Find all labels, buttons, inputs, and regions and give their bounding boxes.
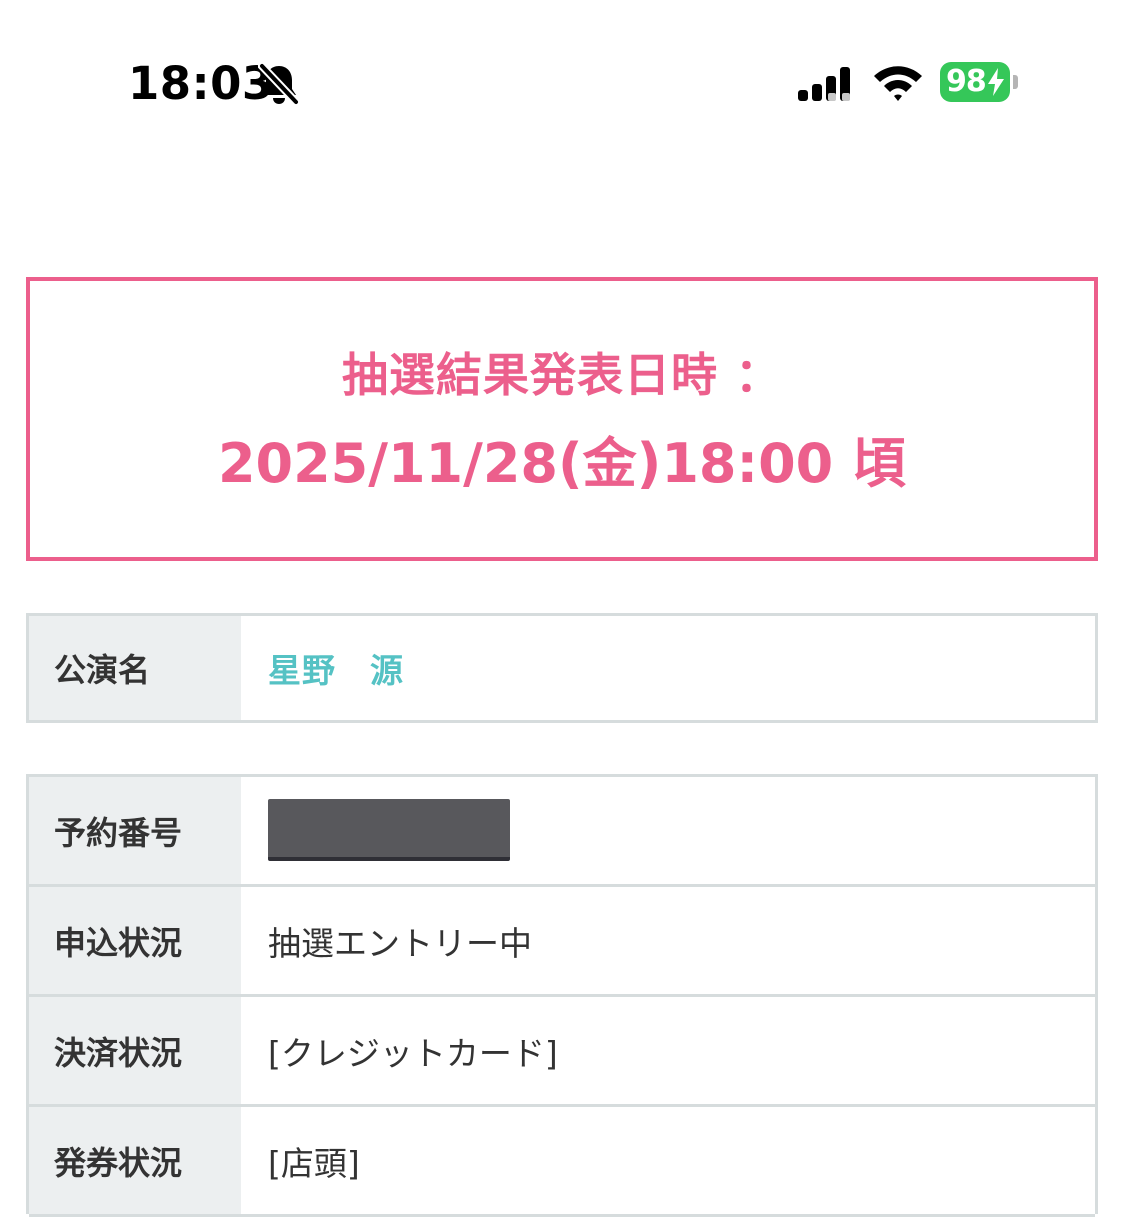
performance-name-link[interactable]: 星野 源 (241, 616, 1095, 720)
status-time: 18:03 (128, 57, 274, 110)
reservation-number-value (241, 777, 1095, 884)
payment-status-value: [クレジットカード] (241, 997, 1095, 1104)
performance-table: 公演名 星野 源 (26, 613, 1098, 723)
redacted-reservation-number (268, 798, 510, 861)
bolt-icon (988, 68, 1004, 96)
ticketing-status-value: [店頭] (241, 1107, 1095, 1214)
wifi-icon (874, 66, 922, 101)
performance-label: 公演名 (29, 616, 241, 720)
announcement-datetime: 2025/11/28(金)18:00 頃 (217, 432, 907, 495)
bell-slash-icon (258, 62, 300, 106)
battery-cap (1013, 75, 1018, 89)
table-row: 発券状況 [店頭] (29, 1107, 1095, 1217)
status-bar: 18:03 98 (0, 0, 1123, 170)
reservation-details-table: 予約番号 申込状況 抽選エントリー中 決済状況 [クレジットカード] 発券状況 … (26, 774, 1098, 1217)
table-row: 申込状況 抽選エントリー中 (29, 887, 1095, 997)
reservation-number-label: 予約番号 (29, 777, 241, 884)
table-row: 公演名 星野 源 (29, 616, 1095, 720)
ticketing-status-label: 発券状況 (29, 1107, 241, 1214)
application-status-label: 申込状況 (29, 887, 241, 994)
table-row: 決済状況 [クレジットカード] (29, 997, 1095, 1107)
cellular-signal-icon (798, 67, 850, 101)
payment-status-label: 決済状況 (29, 997, 241, 1104)
battery-charging-icon: 98 (940, 62, 1018, 102)
announcement-label: 抽選結果発表日時 ： (341, 348, 782, 402)
lottery-result-announcement: 抽選結果発表日時 ： 2025/11/28(金)18:00 頃 (26, 277, 1098, 561)
application-status-value: 抽選エントリー中 (241, 887, 1095, 994)
table-row: 予約番号 (29, 777, 1095, 887)
